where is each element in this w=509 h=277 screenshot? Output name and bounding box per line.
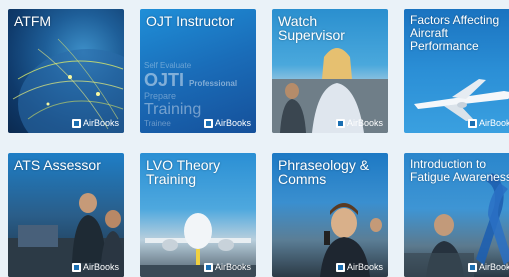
tile-title: ATS Assessor — [14, 157, 101, 173]
tile-title: LVO Theory Training — [146, 157, 221, 187]
airbooks-logo-icon — [467, 118, 477, 128]
airbooks-badge: AirBooks — [71, 118, 119, 128]
tile-title: Factors Affecting Aircraft Performance — [410, 13, 500, 53]
airbooks-badge: AirBooks — [335, 262, 383, 272]
tile-title: Watch Supervisor — [278, 13, 345, 43]
airbooks-logo-icon — [71, 118, 81, 128]
course-tile-lvo-theory[interactable]: LVO Theory Training AirBooks — [140, 153, 256, 277]
airbooks-logo-icon — [203, 118, 213, 128]
tile-title: Phraseology & Comms — [278, 157, 370, 187]
course-tile-aircraft-performance[interactable]: Factors Affecting Aircraft Performance A… — [404, 9, 509, 133]
airbooks-badge: AirBooks — [203, 118, 251, 128]
airbooks-logo-icon — [335, 118, 345, 128]
airbooks-logo-icon — [203, 262, 213, 272]
course-tile-ojt-instructor[interactable]: Self Evaluate OJTI Professional Prepare … — [140, 9, 256, 133]
course-tile-ats-assessor[interactable]: ATS Assessor AirBooks — [8, 153, 124, 277]
airbooks-badge: AirBooks — [71, 262, 119, 272]
course-tile-watch-supervisor[interactable]: Watch Supervisor AirBooks — [272, 9, 388, 133]
tile-title: ATFM — [14, 13, 52, 29]
airbooks-badge: AirBooks — [203, 262, 251, 272]
airbooks-logo-icon — [335, 262, 345, 272]
airbooks-badge: AirBooks — [467, 118, 509, 128]
airbooks-badge: AirBooks — [335, 118, 383, 128]
tile-title: OJT Instructor — [146, 13, 235, 29]
airbooks-badge: AirBooks — [467, 262, 509, 272]
tile-title: Introduction to Fatigue Awareness — [410, 157, 509, 184]
airbooks-logo-icon — [71, 262, 81, 272]
course-tile-phraseology[interactable]: Phraseology & Comms AirBooks — [272, 153, 388, 277]
course-tile-atfm[interactable]: ATFM AirBooks — [8, 9, 124, 133]
course-tile-fatigue[interactable]: Introduction to Fatigue Awareness AirBoo… — [404, 153, 509, 277]
airbooks-logo-icon — [467, 262, 477, 272]
